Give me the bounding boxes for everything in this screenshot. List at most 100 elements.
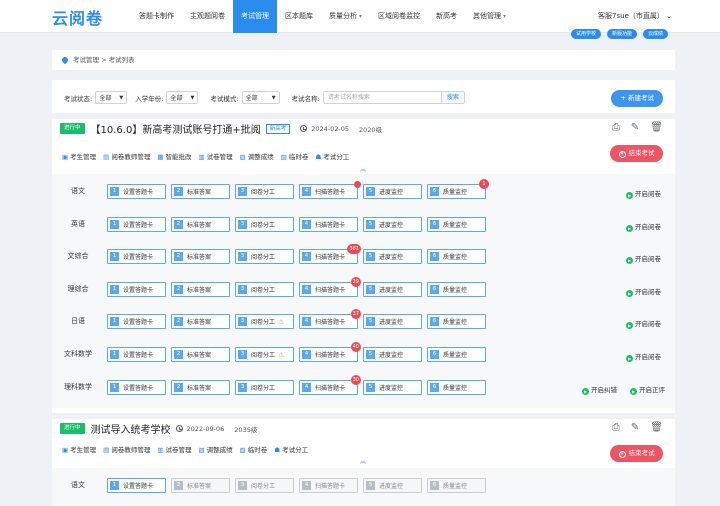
open-marking-toggle[interactable]: ▶ 开启阅卷 <box>626 188 661 199</box>
workflow-step-button[interactable]: 2 标准答案 <box>171 379 230 395</box>
status-filter-select[interactable]: 全部 ▼ <box>95 91 128 104</box>
workflow-step-button[interactable]: 1 设置答题卡 <box>107 216 166 232</box>
workflow-step-button[interactable]: 1 设置答题卡 <box>107 184 166 199</box>
report-icon[interactable]: ⎙ <box>612 422 620 433</box>
mode-filter-select[interactable]: 全部 ▼ <box>241 91 280 104</box>
nav-item[interactable]: 质量分析 ▾ <box>321 0 370 33</box>
workflow-step-button[interactable]: 5 进度监控 <box>363 478 422 493</box>
exam-action-link[interactable]: ▧ 调整成绩 <box>240 151 274 161</box>
end-exam-button[interactable]: × 结束考试 <box>610 445 663 462</box>
workflow-step-button[interactable]: 4 扫描答题卡 381 <box>299 244 361 265</box>
workflow-step-button[interactable]: 1 设置答题卡 <box>107 379 166 395</box>
nav-item[interactable]: 区域阅卷监控 <box>370 0 428 33</box>
workflow-step-button[interactable]: 4 扫描答题卡 29 <box>299 276 361 297</box>
workflow-step-button[interactable]: 6 质量监控 <box>427 379 486 395</box>
workflow-step-button[interactable]: 2 标准答案 <box>171 478 230 493</box>
workflow-step-button[interactable]: 5 进度监控 <box>363 379 422 395</box>
new-exam-button[interactable]: + 新建考试 <box>611 90 663 107</box>
sub-tag[interactable]: 试用学校 <box>570 29 601 39</box>
exam-action-link[interactable]: ▥ 试卷管理 <box>157 444 191 454</box>
workflow-step-button[interactable]: 3 阅卷分工 <box>235 216 294 232</box>
workflow-step-button[interactable]: 6 质量监控 <box>427 478 486 493</box>
workflow-step-button[interactable]: 6 质量监控 <box>427 281 486 297</box>
workflow-step-button[interactable]: 6 质量监控 1 <box>427 179 489 199</box>
app-logo[interactable]: 云阅卷 <box>52 5 103 29</box>
exam-action-link[interactable]: ▦ 智能批改 <box>157 151 191 161</box>
workflow-step-button[interactable]: 1 设置答题卡 <box>107 314 166 330</box>
workflow-step-button[interactable]: 6 质量监控 <box>427 249 486 265</box>
exam-title[interactable]: 【10.6.0】新高考测试账号打通+批阅 <box>91 121 261 136</box>
workflow-step-button[interactable]: 4 扫描答题卡 30 <box>299 374 361 395</box>
exam-action-link[interactable]: ▣ 考生管理 <box>62 444 96 454</box>
open-marking-toggle[interactable]: ▶ 开启阅卷 <box>626 286 661 297</box>
workflow-step-button[interactable]: 4 扫描答题卡 <box>299 181 361 199</box>
exam-action-link[interactable]: ☗ 考试分工 <box>274 444 308 454</box>
open-marking-toggle[interactable]: ▶ 开启阅卷 <box>626 318 661 330</box>
nav-item[interactable]: 其他管理 ▾ <box>465 0 514 33</box>
workflow-step-button[interactable]: 5 进度监控 <box>363 216 422 232</box>
workflow-step-button[interactable]: 2 标准答案 <box>171 314 230 330</box>
delete-icon[interactable]: 🗑 <box>650 422 663 433</box>
workflow-step-button[interactable]: 4 扫描答题卡 40 <box>299 342 361 362</box>
workflow-step-button[interactable]: 2 标准答案 <box>171 184 230 199</box>
edit-icon[interactable]: ✎ <box>631 122 639 133</box>
nav-item[interactable]: 主观题阅卷 <box>182 0 233 33</box>
workflow-step-button[interactable]: 1 设置答题卡 <box>107 347 166 362</box>
nav-item[interactable]: 新高考 <box>428 0 465 33</box>
exam-action-link[interactable]: ▥ 试卷管理 <box>198 151 232 161</box>
user-menu[interactable]: 客服7sue（市直属） ⌄ <box>598 11 672 21</box>
workflow-step-button[interactable]: 5 进度监控 <box>363 249 422 265</box>
workflow-step-button[interactable]: 6 质量监控 <box>427 347 486 362</box>
nav-item[interactable]: 区本题库 <box>277 0 321 33</box>
workflow-step-button[interactable]: 3 阅卷分工 <box>235 249 294 265</box>
exam-action-link[interactable]: ▨ 临时卷 <box>281 151 309 161</box>
workflow-step-button[interactable]: 3 阅卷分工 ⚠ <box>235 347 294 362</box>
workflow-step-button[interactable]: 5 进度监控 <box>363 184 422 199</box>
workflow-step-button[interactable]: 4 扫描答题卡 <box>299 216 358 232</box>
workflow-step-button[interactable]: 5 进度监控 <box>363 347 422 362</box>
workflow-step-button[interactable]: 4 扫描答题卡 37 <box>299 309 361 330</box>
workflow-step-button[interactable]: 2 标准答案 <box>171 347 230 362</box>
workflow-step-button[interactable]: 3 阅卷分工 <box>235 281 294 297</box>
delete-icon[interactable]: 🗑 <box>650 122 663 133</box>
workflow-step-button[interactable]: 5 进度监控 <box>363 314 422 330</box>
workflow-step-button[interactable]: 2 标准答案 <box>171 216 230 232</box>
exam-action-link[interactable]: ▤ 阅卷教师管理 <box>103 151 150 161</box>
sub-tag[interactable]: 云成绩 <box>642 29 668 39</box>
edit-icon[interactable]: ✎ <box>631 422 639 433</box>
workflow-step-button[interactable]: 3 阅卷分工 ⚠ <box>235 314 294 330</box>
report-icon[interactable]: ⎙ <box>612 122 620 133</box>
workflow-step-button[interactable]: 3 阅卷分工 <box>235 184 294 199</box>
workflow-step-button[interactable]: 1 设置答题卡 <box>107 478 166 493</box>
collapse-chevron-icon[interactable]: ︽ <box>360 456 366 465</box>
workflow-step-button[interactable]: 5 进度监控 <box>363 281 422 297</box>
open-marking-toggle[interactable]: ▶ 开启阅卷 <box>626 351 661 362</box>
exam-action-link[interactable]: ▣ 考生管理 <box>62 151 96 161</box>
search-button[interactable]: 搜索 <box>440 91 465 104</box>
exam-name-search-input[interactable]: 请考试名称搜索 <box>322 91 441 104</box>
workflow-step-button[interactable]: 2 标准答案 <box>171 281 230 297</box>
end-exam-button[interactable]: × 结束考试 <box>610 145 663 162</box>
workflow-step-button[interactable]: 3 阅卷分工 <box>235 478 294 493</box>
nav-item[interactable]: 答题卡制作 <box>131 0 182 33</box>
workflow-step-button[interactable]: 2 标准答案 <box>171 249 230 265</box>
workflow-step-button[interactable]: 6 质量监控 <box>427 216 486 232</box>
collapse-chevron-icon[interactable]: ︽ <box>360 164 366 173</box>
workflow-step-button[interactable]: 1 设置答题卡 <box>107 281 166 297</box>
year-filter-select[interactable]: 全部 ▼ <box>166 91 199 104</box>
open-marking-toggle[interactable]: ▶ 开启阅卷 <box>626 221 661 232</box>
exam-action-link[interactable]: ☗ 考试分工 <box>315 151 349 161</box>
open-marking-toggle[interactable]: ▶ 开启正评 <box>630 384 665 395</box>
sub-tag[interactable]: 新版功能 <box>606 29 637 39</box>
exam-action-link[interactable]: ▧ 调整成绩 <box>198 444 232 454</box>
nav-item[interactable]: 考试管理 <box>233 0 277 33</box>
exam-action-link[interactable]: ▨ 临时卷 <box>240 444 268 454</box>
exam-action-link[interactable]: ▤ 阅卷教师管理 <box>103 444 150 454</box>
workflow-step-button[interactable]: 4 扫描答题卡 <box>299 478 358 493</box>
exam-title[interactable]: 测试导入统考学校 <box>91 421 171 436</box>
workflow-step-button[interactable]: 3 阅卷分工 <box>235 379 294 395</box>
workflow-step-button[interactable]: 6 质量监控 <box>427 314 486 330</box>
open-marking-toggle[interactable]: ▶ 开启阅卷 <box>626 253 661 265</box>
workflow-step-button[interactable]: 1 设置答题卡 <box>107 249 166 265</box>
open-correction-toggle[interactable]: ▶ 开启纠错 <box>582 384 617 395</box>
